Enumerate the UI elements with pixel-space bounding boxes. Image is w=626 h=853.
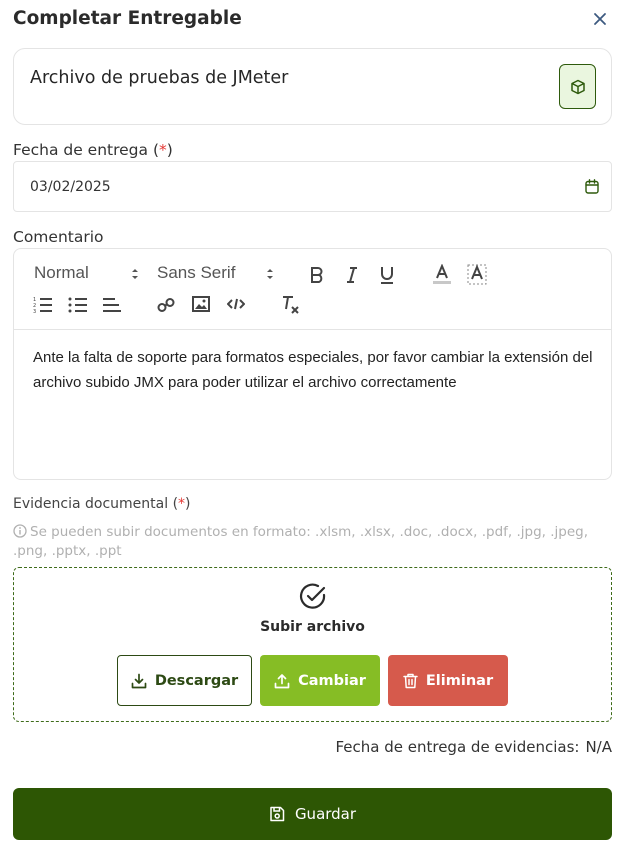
dialog-title: Completar Entregable bbox=[13, 8, 242, 29]
evidence-label: Evidencia documental (*) bbox=[13, 496, 191, 512]
dialog-header: Completar Entregable bbox=[13, 6, 613, 32]
due-date-input[interactable]: 03/02/2025 bbox=[13, 161, 612, 212]
text-color-icon[interactable] bbox=[432, 264, 452, 286]
calendar-icon[interactable] bbox=[585, 179, 599, 194]
link-icon[interactable] bbox=[157, 296, 175, 314]
due-date-value: 03/02/2025 bbox=[30, 179, 111, 195]
deliverable-card: Archivo de pruebas de JMeter bbox=[13, 48, 612, 125]
font-select[interactable]: Sans Serif bbox=[157, 263, 235, 283]
code-icon[interactable] bbox=[227, 297, 245, 311]
download-button[interactable]: Descargar bbox=[117, 655, 252, 706]
comment-label: Comentario bbox=[13, 228, 104, 246]
evidence-delivery-date-value: N/A bbox=[585, 738, 612, 756]
comment-text[interactable]: Ante la falta de soporte para formatos e… bbox=[33, 345, 603, 395]
cube-icon bbox=[570, 79, 585, 94]
svg-text:3: 3 bbox=[33, 309, 36, 314]
due-date-label: Fecha de entrega (*) bbox=[13, 141, 173, 159]
evidence-delivery-date: Fecha de entrega de evidencias: N/A bbox=[335, 738, 612, 756]
background-color-icon[interactable] bbox=[467, 264, 487, 286]
evidence-hint: Se pueden subir documentos en formato: .… bbox=[13, 524, 589, 559]
deliverable-name: Archivo de pruebas de JMeter bbox=[30, 68, 289, 88]
info-icon bbox=[13, 524, 27, 538]
delete-button[interactable]: Eliminar bbox=[388, 655, 508, 706]
header-select[interactable]: Normal bbox=[34, 263, 89, 283]
bold-icon[interactable] bbox=[309, 266, 325, 284]
clear-format-icon[interactable] bbox=[281, 295, 301, 315]
font-select-arrow-icon bbox=[267, 269, 273, 279]
change-button[interactable]: Cambiar bbox=[260, 655, 380, 706]
save-button[interactable]: Guardar bbox=[13, 788, 612, 840]
bullet-list-icon[interactable] bbox=[68, 296, 88, 314]
trash-icon bbox=[403, 673, 418, 688]
image-icon[interactable] bbox=[192, 296, 210, 312]
editor-toolbar: Normal Sans Serif 1 2 3 bbox=[14, 249, 611, 330]
align-icon[interactable] bbox=[102, 296, 122, 314]
header-select-arrow-icon bbox=[132, 269, 138, 279]
check-circle-icon bbox=[300, 583, 326, 609]
close-icon[interactable] bbox=[592, 11, 608, 27]
ordered-list-icon[interactable]: 1 2 3 bbox=[33, 296, 53, 314]
upload-dropzone[interactable]: Subir archivo Descargar Cambiar Eliminar bbox=[13, 567, 612, 722]
required-mark: * bbox=[178, 496, 186, 512]
upload-text: Subir archivo bbox=[260, 619, 365, 635]
deliverable-action-button[interactable] bbox=[559, 64, 596, 109]
save-icon bbox=[270, 806, 285, 822]
required-mark: * bbox=[159, 141, 167, 159]
italic-icon[interactable] bbox=[344, 266, 360, 284]
rich-text-editor: Normal Sans Serif 1 2 3 Ante la falta de… bbox=[13, 248, 612, 480]
upload-icon bbox=[274, 673, 290, 688]
download-icon bbox=[131, 673, 147, 688]
underline-icon[interactable] bbox=[379, 265, 395, 285]
